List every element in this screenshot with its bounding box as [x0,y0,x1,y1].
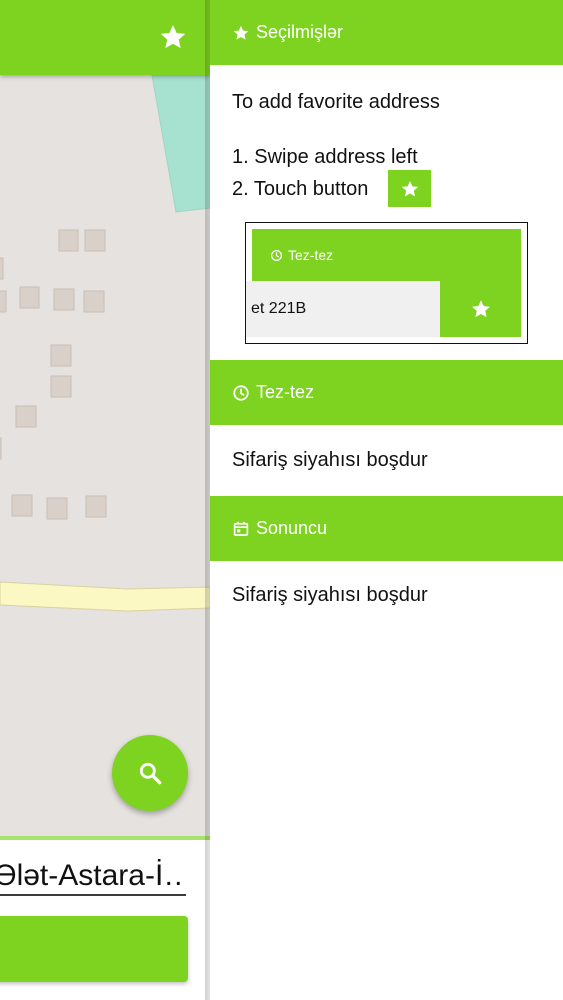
demo-favorite-button [440,281,521,337]
demo-address-row: et 221B [246,281,521,337]
demo-header-title: Tez-tez [288,247,334,263]
calendar-icon [233,521,249,536]
star-icon [471,300,490,318]
search-icon [139,762,162,785]
frequent-empty-text: Sifariş siyahısı boşdur [232,449,428,471]
search-button[interactable] [112,735,188,811]
map-toolbar [0,0,210,75]
demo-address-text: et 221B [251,300,307,317]
frequent-header: Tez-tez [210,360,563,425]
address-input[interactable]: Ələt-Astara-İ… [0,858,186,896]
order-button[interactable] [0,916,188,982]
star-icon [401,180,418,196]
recent-header: Sonuncu [210,496,563,561]
recent-empty-text: Sifariş siyahısı boşdur [232,584,428,606]
recent-title: Sonuncu [256,518,328,538]
demo-header: Tez-tez [252,229,521,281]
favorites-drawer: Seçilmişlər To add favorite address 1. S… [210,0,563,1000]
favorites-header: Seçilmişlər [210,0,563,65]
favorites-title: Seçilmişlər [256,22,344,42]
map-panel: Ələt-Astara-İ… [0,0,210,1000]
favorites-step-1: 1. Swipe address left [232,146,418,168]
favorites-step-2: 2. Touch button [232,178,369,200]
favorites-instruction-title: To add favorite address [232,91,440,113]
clock-icon [270,249,283,261]
clock-icon [233,384,249,401]
map-bottom-sheet: Ələt-Astara-İ… [0,836,210,1000]
frequent-title: Tez-tez [256,382,315,402]
inline-favorite-button-illustration [388,170,431,207]
star-icon[interactable] [158,22,188,52]
swipe-demo-illustration: Tez-tez et 221B [245,222,528,344]
star-icon [233,25,249,40]
address-input-value: Ələt-Astara-İ… [0,859,186,892]
map-view[interactable] [0,75,210,840]
